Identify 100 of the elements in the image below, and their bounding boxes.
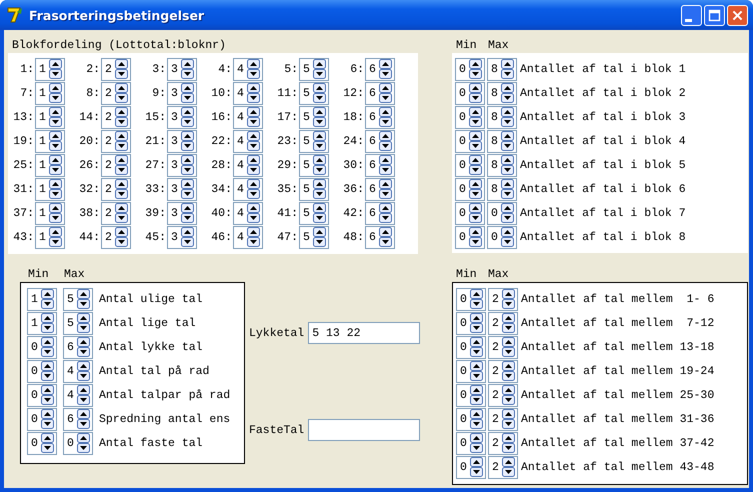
spin-box[interactable]: 0 bbox=[456, 384, 486, 406]
spin-box[interactable]: 6 bbox=[365, 130, 395, 152]
spin-box[interactable]: 3 bbox=[167, 202, 197, 224]
spin-box[interactable]: 6 bbox=[63, 408, 93, 430]
spin-arrows-icon[interactable] bbox=[470, 409, 483, 429]
spin-arrows-icon[interactable] bbox=[115, 131, 128, 151]
spin-arrows-icon[interactable] bbox=[49, 83, 62, 103]
spin-arrows-icon[interactable] bbox=[379, 131, 392, 151]
spin-arrows-icon[interactable] bbox=[41, 361, 54, 381]
spin-arrows-icon[interactable] bbox=[115, 227, 128, 247]
spin-box[interactable]: 0 bbox=[455, 58, 485, 80]
close-button[interactable] bbox=[727, 4, 748, 26]
spin-box[interactable]: 1 bbox=[35, 58, 65, 80]
spin-box[interactable]: 5 bbox=[63, 312, 93, 334]
spin-box[interactable]: 2 bbox=[488, 336, 518, 358]
spin-box[interactable]: 0 bbox=[487, 226, 517, 248]
spin-arrows-icon[interactable] bbox=[49, 59, 62, 79]
spin-arrows-icon[interactable] bbox=[379, 83, 392, 103]
spin-box[interactable]: 2 bbox=[488, 432, 518, 454]
spin-arrows-icon[interactable] bbox=[77, 337, 90, 357]
spin-box[interactable]: 2 bbox=[101, 178, 131, 200]
spin-arrows-icon[interactable] bbox=[313, 179, 326, 199]
spin-arrows-icon[interactable] bbox=[470, 385, 483, 405]
spin-arrows-icon[interactable] bbox=[41, 313, 54, 333]
spin-box[interactable]: 2 bbox=[101, 58, 131, 80]
spin-arrows-icon[interactable] bbox=[49, 107, 62, 127]
spin-arrows-icon[interactable] bbox=[470, 433, 483, 453]
spin-arrows-icon[interactable] bbox=[49, 179, 62, 199]
spin-box[interactable]: 2 bbox=[101, 226, 131, 248]
spin-box[interactable]: 5 bbox=[299, 82, 329, 104]
spin-arrows-icon[interactable] bbox=[502, 433, 515, 453]
spin-arrows-icon[interactable] bbox=[41, 433, 54, 453]
spin-box[interactable]: 0 bbox=[455, 130, 485, 152]
spin-arrows-icon[interactable] bbox=[379, 107, 392, 127]
spin-arrows-icon[interactable] bbox=[181, 179, 194, 199]
spin-arrows-icon[interactable] bbox=[501, 83, 514, 103]
spin-arrows-icon[interactable] bbox=[115, 83, 128, 103]
spin-arrows-icon[interactable] bbox=[41, 385, 54, 405]
spin-arrows-icon[interactable] bbox=[49, 203, 62, 223]
spin-arrows-icon[interactable] bbox=[313, 155, 326, 175]
spin-arrows-icon[interactable] bbox=[247, 227, 260, 247]
spin-box[interactable]: 2 bbox=[488, 288, 518, 310]
spin-box[interactable]: 4 bbox=[233, 226, 263, 248]
spin-box[interactable]: 4 bbox=[233, 178, 263, 200]
spin-box[interactable]: 0 bbox=[63, 432, 93, 454]
spin-arrows-icon[interactable] bbox=[247, 131, 260, 151]
spin-box[interactable]: 4 bbox=[233, 130, 263, 152]
spin-arrows-icon[interactable] bbox=[247, 179, 260, 199]
spin-arrows-icon[interactable] bbox=[379, 179, 392, 199]
spin-arrows-icon[interactable] bbox=[77, 433, 90, 453]
spin-box[interactable]: 4 bbox=[233, 202, 263, 224]
spin-box[interactable]: 3 bbox=[167, 58, 197, 80]
spin-box[interactable]: 4 bbox=[233, 106, 263, 128]
spin-arrows-icon[interactable] bbox=[313, 131, 326, 151]
spin-box[interactable]: 3 bbox=[167, 82, 197, 104]
spin-arrows-icon[interactable] bbox=[502, 409, 515, 429]
spin-box[interactable]: 0 bbox=[455, 82, 485, 104]
spin-box[interactable]: 1 bbox=[35, 154, 65, 176]
spin-arrows-icon[interactable] bbox=[41, 289, 54, 309]
spin-arrows-icon[interactable] bbox=[181, 155, 194, 175]
spin-arrows-icon[interactable] bbox=[313, 203, 326, 223]
spin-box[interactable]: 2 bbox=[101, 82, 131, 104]
spin-box[interactable]: 6 bbox=[63, 336, 93, 358]
spin-arrows-icon[interactable] bbox=[379, 155, 392, 175]
spin-box[interactable]: 4 bbox=[63, 360, 93, 382]
spin-arrows-icon[interactable] bbox=[470, 289, 483, 309]
spin-box[interactable]: 1 bbox=[35, 82, 65, 104]
spin-box[interactable]: 0 bbox=[27, 384, 57, 406]
spin-arrows-icon[interactable] bbox=[115, 59, 128, 79]
spin-box[interactable]: 8 bbox=[487, 178, 517, 200]
spin-box[interactable]: 5 bbox=[299, 58, 329, 80]
spin-arrows-icon[interactable] bbox=[181, 59, 194, 79]
spin-arrows-icon[interactable] bbox=[115, 179, 128, 199]
spin-arrows-icon[interactable] bbox=[115, 203, 128, 223]
spin-box[interactable]: 5 bbox=[299, 178, 329, 200]
spin-box[interactable]: 1 bbox=[27, 312, 57, 334]
spin-arrows-icon[interactable] bbox=[181, 83, 194, 103]
maximize-button[interactable] bbox=[704, 4, 725, 26]
spin-arrows-icon[interactable] bbox=[469, 107, 482, 127]
spin-arrows-icon[interactable] bbox=[379, 203, 392, 223]
spin-box[interactable]: 0 bbox=[456, 288, 486, 310]
spin-arrows-icon[interactable] bbox=[77, 289, 90, 309]
spin-arrows-icon[interactable] bbox=[49, 155, 62, 175]
spin-arrows-icon[interactable] bbox=[313, 59, 326, 79]
spin-box[interactable]: 1 bbox=[35, 106, 65, 128]
spin-box[interactable]: 1 bbox=[35, 226, 65, 248]
spin-box[interactable]: 0 bbox=[456, 432, 486, 454]
spin-box[interactable]: 6 bbox=[365, 202, 395, 224]
spin-arrows-icon[interactable] bbox=[41, 409, 54, 429]
spin-box[interactable]: 1 bbox=[35, 130, 65, 152]
spin-arrows-icon[interactable] bbox=[469, 155, 482, 175]
spin-arrows-icon[interactable] bbox=[181, 203, 194, 223]
spin-box[interactable]: 4 bbox=[233, 154, 263, 176]
spin-box[interactable]: 0 bbox=[456, 336, 486, 358]
spin-box[interactable]: 4 bbox=[63, 384, 93, 406]
spin-arrows-icon[interactable] bbox=[77, 313, 90, 333]
spin-box[interactable]: 2 bbox=[488, 384, 518, 406]
spin-box[interactable]: 5 bbox=[299, 226, 329, 248]
spin-arrows-icon[interactable] bbox=[502, 385, 515, 405]
spin-arrows-icon[interactable] bbox=[501, 203, 514, 223]
